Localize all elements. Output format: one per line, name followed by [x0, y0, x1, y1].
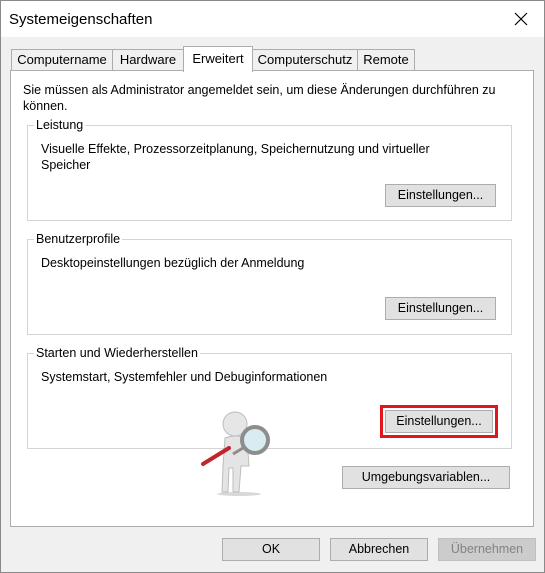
leistung-settings-button[interactable]: Einstellungen...: [385, 184, 496, 207]
system-properties-dialog: Systemeigenschaften Computername Hardwar…: [0, 0, 545, 573]
close-button[interactable]: [498, 1, 544, 37]
apply-button: Übernehmen: [438, 538, 536, 561]
tab-erweitert[interactable]: Erweitert: [183, 46, 253, 72]
tab-computername[interactable]: Computername: [11, 49, 113, 70]
group-starten-description: Systemstart, Systemfehler und Debuginfor…: [41, 370, 328, 384]
tab-computerschutz[interactable]: Computerschutz: [252, 49, 358, 70]
tab-hardware[interactable]: Hardware: [112, 49, 184, 70]
group-leistung-description: Visuelle Effekte, Prozessorzeitplanung, …: [41, 142, 430, 172]
environment-variables-button[interactable]: Umgebungsvariablen...: [342, 466, 510, 489]
title-bar: Systemeigenschaften: [1, 1, 544, 37]
tab-remote[interactable]: Remote: [357, 49, 415, 70]
cancel-button[interactable]: Abbrechen: [330, 538, 428, 561]
group-leistung: Leistung Visuelle Effekte, Prozessorzeit…: [27, 117, 512, 221]
magnifier-person-icon: [201, 411, 270, 496]
ok-button[interactable]: OK: [222, 538, 320, 561]
window-title: Systemeigenschaften: [9, 11, 153, 28]
group-benutzerprofile-description: Desktopeinstellungen bezüglich der Anmel…: [41, 256, 305, 270]
admin-info-text: Sie müssen als Administrator angemeldet …: [23, 83, 496, 113]
highlight-frame: [380, 405, 498, 438]
group-benutzerprofile-title: Benutzerprofile: [34, 231, 123, 247]
benutzerprofile-settings-button[interactable]: Einstellungen...: [385, 297, 496, 320]
group-benutzerprofile: Benutzerprofile Desktopeinstellungen bez…: [27, 231, 512, 335]
group-starten-title: Starten und Wiederherstellen: [34, 345, 200, 361]
close-icon: [514, 12, 528, 26]
group-leistung-title: Leistung: [34, 117, 86, 133]
